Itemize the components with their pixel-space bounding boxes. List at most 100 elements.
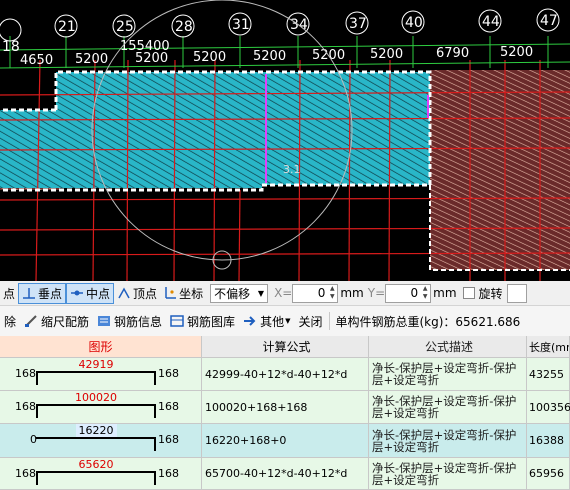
table-row[interactable]: 168 65620 168 65700-40+12*d-40+12*d 净长-保…	[0, 458, 570, 490]
x-unit: mm	[340, 286, 364, 300]
table-header: 图形 计算公式 公式描述 长度(mm)	[0, 336, 570, 358]
snap-midpoint-label: 中点	[86, 286, 111, 301]
rebar-table: 图形 计算公式 公式描述 长度(mm) 168 42919 168 42999-…	[0, 336, 570, 490]
rebar-shape	[36, 437, 156, 451]
toolbar-separator	[329, 312, 331, 330]
header-description[interactable]: 公式描述	[369, 336, 527, 357]
dimension-7: 6790	[436, 46, 469, 61]
axis-number-31: 31	[232, 17, 250, 33]
snap-point-label: 点	[3, 286, 16, 301]
shape-mid-value[interactable]: 100020	[36, 391, 156, 404]
axis-number-47: 47	[540, 13, 558, 29]
rebar-toolbar: 除 缩尺配筋 钢筋信息 钢筋图库 其他 ▼ 关闭 单构件钢筋总重(kg)：656…	[0, 306, 570, 336]
axis-number-44: 44	[482, 14, 500, 30]
length-cell[interactable]: 100356	[527, 391, 570, 423]
shape-mid-value[interactable]: 65620	[36, 458, 156, 471]
dropdown-arrow-icon: ▼	[285, 317, 291, 325]
description-cell[interactable]: 净长-保护层+设定弯折-保护层+设定弯折	[369, 458, 527, 489]
marker-label: 3.1	[283, 163, 301, 176]
rebar-info-icon	[97, 314, 111, 328]
snap-point[interactable]: 点	[0, 283, 18, 304]
formula-cell[interactable]: 42999-40+12*d-40+12*d	[202, 358, 369, 390]
delete-button-label: 除	[4, 314, 17, 329]
formula-cell[interactable]: 16220+168+0	[202, 424, 369, 457]
x-input[interactable]: 0 ▲ ▼	[292, 283, 339, 303]
shape-right-value: 168	[158, 367, 179, 380]
snap-perpendicular-label: 垂点	[38, 286, 63, 301]
y-label: Y=	[367, 286, 386, 300]
scale-rebar-button[interactable]: 缩尺配筋	[20, 309, 93, 333]
other-menu-button[interactable]: 其他 ▼	[239, 309, 294, 333]
description-cell[interactable]: 净长-保护层+设定弯折-保护层+设定弯折	[369, 391, 527, 423]
coordinate-icon	[163, 286, 177, 300]
drawing-svg: 18 21 25 28 31 34 37 40 44 47 155400 465…	[0, 0, 570, 281]
total-weight: 单构件钢筋总重(kg)：65621.686	[335, 314, 521, 329]
perpendicular-icon	[22, 286, 36, 300]
shape-cell: 168 100020 168	[0, 391, 202, 423]
rebar-library-icon	[170, 314, 184, 328]
rebar-info-button[interactable]: 钢筋信息	[93, 309, 166, 333]
shape-cell: 168 65620 168	[0, 458, 202, 489]
table-row[interactable]: 168 100020 168 100020+168+168 净长-保护层+设定弯…	[0, 391, 570, 424]
axis-number-21: 21	[58, 19, 76, 35]
y-input[interactable]: 0 ▲ ▼	[385, 283, 432, 303]
dimension-2: 5200	[135, 51, 168, 66]
table-row[interactable]: 168 42919 168 42999-40+12*d-40+12*d 净长-保…	[0, 358, 570, 391]
length-cell[interactable]: 16388	[527, 424, 570, 457]
cad-canvas[interactable]: 18 21 25 28 31 34 37 40 44 47 155400 465…	[0, 0, 570, 281]
length-cell[interactable]: 43255	[527, 358, 570, 390]
shape-mid-edit[interactable]: 16220	[75, 424, 117, 437]
y-value: 0	[410, 286, 419, 300]
snap-vertex[interactable]: 顶点	[114, 283, 160, 304]
rebar-library-label: 钢筋图库	[187, 314, 236, 329]
rotate-label: 旋转	[478, 286, 503, 301]
close-button-label: 关闭	[298, 314, 323, 329]
snap-vertex-label: 顶点	[133, 286, 158, 301]
slab-right	[430, 70, 570, 270]
description-cell[interactable]: 净长-保护层+设定弯折-保护层+设定弯折	[369, 424, 527, 457]
rebar-info-label: 钢筋信息	[114, 314, 163, 329]
snap-coordinate[interactable]: 坐标	[160, 283, 206, 304]
offset-select[interactable]: 不偏移 ▼	[210, 283, 269, 303]
dimension-4: 5200	[253, 49, 286, 64]
table-row-selected[interactable]: 0 16220 168 16220+168+0 净长-保护层+设定弯折-保护层+…	[0, 424, 570, 458]
rotate-input[interactable]	[506, 283, 527, 303]
shape-cell: 168 42919 168	[0, 358, 202, 390]
dimension-0: 4650	[20, 53, 53, 68]
snap-perpendicular[interactable]: 垂点	[18, 282, 67, 304]
vertex-icon	[117, 286, 131, 300]
delete-button[interactable]: 除	[0, 309, 20, 333]
dimension-8: 5200	[500, 45, 533, 60]
scale-rebar-label: 缩尺配筋	[41, 314, 90, 329]
y-unit: mm	[433, 286, 457, 300]
snap-midpoint[interactable]: 中点	[66, 282, 115, 304]
snap-coordinate-label: 坐标	[179, 286, 204, 301]
snap-toolbar: 点 垂点 中点 顶点 坐标 不偏移 ▼ X= 0 ▲▼ mm Y= 0 ▲▼	[0, 281, 570, 306]
header-formula[interactable]: 计算公式	[202, 336, 369, 357]
dimension-6: 5200	[370, 47, 403, 62]
shape-mid-value[interactable]: 16220	[36, 424, 156, 437]
header-shape[interactable]: 图形	[0, 336, 202, 357]
shape-right-value: 168	[158, 433, 179, 446]
formula-cell[interactable]: 100020+168+168	[202, 391, 369, 423]
rotate-checkbox[interactable]	[462, 287, 475, 299]
length-cell[interactable]: 65956	[527, 458, 570, 489]
x-value: 0	[317, 286, 326, 300]
x-label: X=	[274, 286, 293, 300]
axis-number-28: 28	[175, 19, 193, 35]
other-icon	[243, 314, 257, 328]
x-spinner-icon[interactable]: ▲ ▼	[327, 285, 337, 302]
dimension-3: 5200	[193, 50, 226, 65]
header-length[interactable]: 长度(mm)	[527, 336, 570, 357]
formula-cell[interactable]: 65700-40+12*d-40+12*d	[202, 458, 369, 489]
rebar-library-button[interactable]: 钢筋图库	[166, 309, 239, 333]
scale-rebar-icon	[24, 314, 38, 328]
axis-number-40: 40	[405, 15, 423, 31]
shape-right-value: 168	[158, 400, 179, 413]
description-cell[interactable]: 净长-保护层+设定弯折-保护层+设定弯折	[369, 358, 527, 390]
midpoint-icon	[70, 286, 84, 300]
axis-number-37: 37	[349, 16, 367, 32]
y-spinner-icon[interactable]: ▲ ▼	[420, 285, 430, 302]
shape-mid-value[interactable]: 42919	[36, 358, 156, 371]
close-button[interactable]: 关闭	[294, 309, 326, 333]
